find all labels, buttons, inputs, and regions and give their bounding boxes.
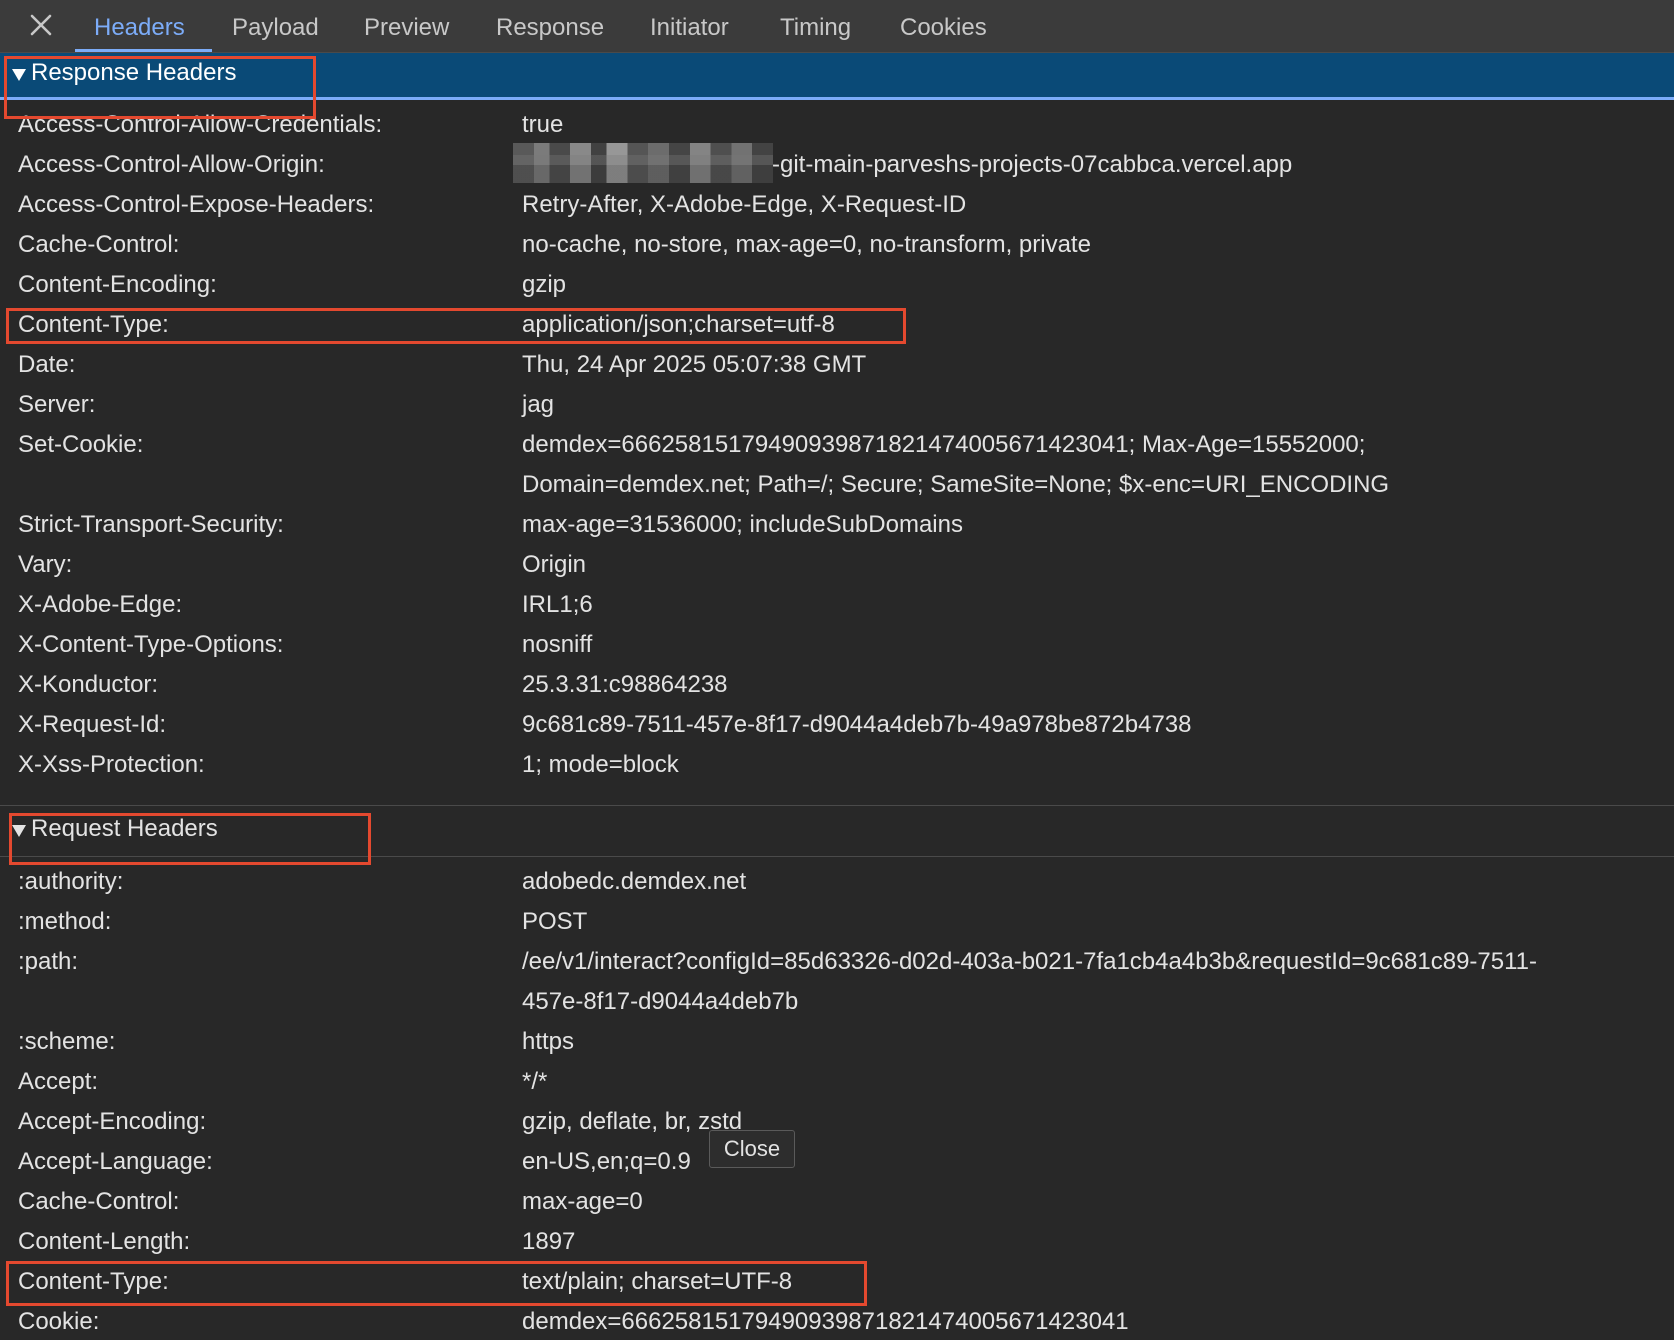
header-value: gzip xyxy=(522,271,567,298)
header-value: jag xyxy=(522,391,555,418)
header-name: Vary: xyxy=(18,551,73,578)
tab-bar: Headers Payload Preview Response Initiat… xyxy=(0,0,1674,53)
header-value: text/plain; charset=UTF-8 xyxy=(522,1268,793,1295)
header-name: Set-Cookie: xyxy=(18,431,144,458)
header-name: :method: xyxy=(18,908,112,935)
header-value: Thu, 24 Apr 2025 05:07:38 GMT xyxy=(522,351,867,378)
header-name: Access-Control-Expose-Headers: xyxy=(18,191,375,218)
tab-cookies[interactable]: Cookies xyxy=(900,0,987,53)
header-name: Access-Control-Allow-Credentials: xyxy=(18,111,383,138)
header-name: :authority: xyxy=(18,868,124,895)
header-name: X-Konductor: xyxy=(18,671,159,698)
header-name: Content-Type: xyxy=(18,311,169,338)
header-name: Accept-Language: xyxy=(18,1148,213,1175)
tab-response[interactable]: Response xyxy=(496,0,604,53)
close-icon[interactable] xyxy=(26,10,58,42)
response-headers-title: Response Headers xyxy=(31,59,237,86)
header-name: :scheme: xyxy=(18,1028,116,1055)
header-name: Access-Control-Allow-Origin: xyxy=(18,151,325,178)
header-value: application/json;charset=utf-8 xyxy=(522,311,835,338)
header-value-continued: Domain=demdex.net; Path=/; Secure; SameS… xyxy=(522,471,1390,498)
header-name: X-Adobe-Edge: xyxy=(18,591,183,618)
close-tooltip: Close xyxy=(709,1130,795,1168)
header-value: IRL1;6 xyxy=(522,591,593,618)
triangle-down-icon xyxy=(12,825,26,837)
header-value: 1; mode=block xyxy=(522,751,679,778)
header-value: en-US,en;q=0.9 xyxy=(522,1148,691,1175)
request-headers-section-header[interactable]: Request Headers xyxy=(0,805,1674,857)
header-value: Origin xyxy=(522,551,587,578)
header-value: 25.3.31:c98864238 xyxy=(522,671,728,698)
header-value: gzip, deflate, br, zstd xyxy=(522,1108,743,1135)
triangle-down-icon xyxy=(12,69,26,81)
header-value-continued: 457e-8f17-d9044a4deb7b xyxy=(522,988,799,1015)
header-value: /ee/v1/interact?configId=85d63326-d02d-4… xyxy=(522,948,1538,975)
header-name: :path: xyxy=(18,948,79,975)
redacted-text xyxy=(513,143,773,183)
tab-preview[interactable]: Preview xyxy=(364,0,449,53)
request-headers-title: Request Headers xyxy=(31,815,218,842)
header-name: Content-Encoding: xyxy=(18,271,217,298)
header-value: max-age=0 xyxy=(522,1188,643,1215)
header-name: Date: xyxy=(18,351,76,378)
active-tab-indicator xyxy=(75,49,212,52)
header-value: adobedc.demdex.net xyxy=(522,868,747,895)
tab-timing[interactable]: Timing xyxy=(780,0,851,53)
header-name: Strict-Transport-Security: xyxy=(18,511,284,538)
header-value: demdex=666258151794909398718214740056714… xyxy=(522,431,1366,458)
header-value: https xyxy=(522,1028,575,1055)
header-name: Cache-Control: xyxy=(18,231,180,258)
response-headers-section-header[interactable]: Response Headers xyxy=(0,53,1674,100)
header-value: POST xyxy=(522,908,588,935)
tab-payload[interactable]: Payload xyxy=(232,0,319,53)
header-name: X-Xss-Protection: xyxy=(18,751,205,778)
header-value: -git-main-parveshs-projects-07cabbca.ver… xyxy=(772,151,1293,178)
header-name: X-Content-Type-Options: xyxy=(18,631,284,658)
header-name: Content-Length: xyxy=(18,1228,191,1255)
header-value: max-age=31536000; includeSubDomains xyxy=(522,511,963,538)
response-header-row: Set-Cookie: demdex=666258151794909398718… xyxy=(0,425,1674,505)
tab-initiator[interactable]: Initiator xyxy=(650,0,729,53)
header-value: 9c681c89-7511-457e-8f17-d9044a4deb7b-49a… xyxy=(522,711,1192,738)
header-value: no-cache, no-store, max-age=0, no-transf… xyxy=(522,231,1091,258)
header-name: Cache-Control: xyxy=(18,1188,180,1215)
header-name: X-Request-Id: xyxy=(18,711,167,738)
header-name: Content-Type: xyxy=(18,1268,169,1295)
header-name: Accept: xyxy=(18,1068,99,1095)
header-value: */* xyxy=(522,1068,548,1095)
header-name: Cookie: xyxy=(18,1308,100,1335)
header-value: demdex=666258151794909398718214740056714… xyxy=(522,1308,1129,1335)
request-header-row: :path: /ee/v1/interact?configId=85d63326… xyxy=(0,942,1674,1022)
header-value: true xyxy=(522,111,564,138)
header-value: Retry-After, X-Adobe-Edge, X-Request-ID xyxy=(522,191,967,218)
header-name: Accept-Encoding: xyxy=(18,1108,207,1135)
header-value: 1897 xyxy=(522,1228,576,1255)
tab-headers[interactable]: Headers xyxy=(94,0,185,53)
header-value: nosniff xyxy=(522,631,593,658)
devtools-network-headers-panel: Headers Payload Preview Response Initiat… xyxy=(0,0,1674,1340)
header-name: Server: xyxy=(18,391,96,418)
